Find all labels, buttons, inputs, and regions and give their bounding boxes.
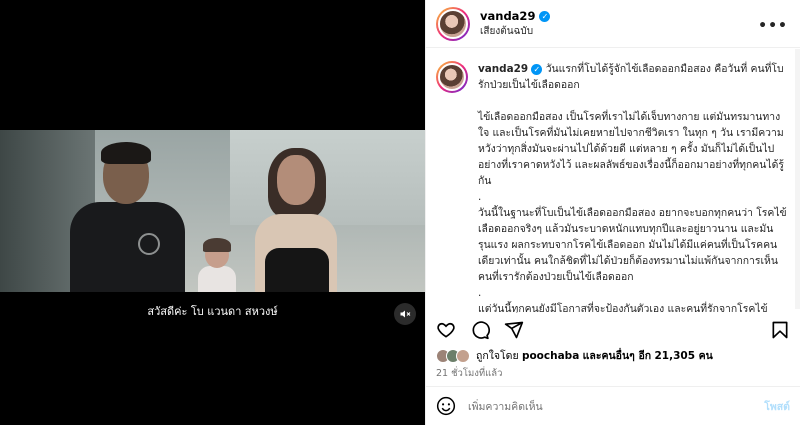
post-viewer: สวัสดีค่ะ โบ แวนดา สหวงษ์ vanda29 ✓ เสีย… xyxy=(0,0,800,425)
like-button[interactable] xyxy=(436,320,456,340)
header-names: vanda29 ✓ เสียงต้นฉบับ xyxy=(480,9,551,39)
post-header: vanda29 ✓ เสียงต้นฉบับ ••• xyxy=(426,0,800,48)
comment-icon xyxy=(472,321,490,340)
caption-avatar[interactable] xyxy=(436,61,468,93)
caption-username[interactable]: vanda29 xyxy=(478,63,528,75)
bookmark-icon xyxy=(772,321,788,339)
comment-input[interactable]: เพิ่มความคิดเห็น xyxy=(468,398,764,415)
caption-area: vanda29 ✓ วันแรกที่โบได้รู้จักไข้เลือดออ… xyxy=(426,49,800,313)
post-timestamp[interactable]: 21 ชั่วโมงที่แล้ว xyxy=(436,366,502,381)
smiley-icon[interactable] xyxy=(436,396,456,416)
caption-text: vanda29 ✓ วันแรกที่โบได้รู้จักไข้เลือดออ… xyxy=(478,61,790,313)
comment-button[interactable] xyxy=(470,320,490,340)
video-frame xyxy=(0,130,425,292)
avatar-image xyxy=(438,63,466,91)
share-icon xyxy=(504,321,524,339)
avatar-image xyxy=(438,8,468,39)
likes-mid[interactable]: และคนอื่นๆ อีก xyxy=(583,350,652,362)
shirt-logo xyxy=(138,233,160,255)
avatar[interactable] xyxy=(436,6,470,41)
heart-icon xyxy=(437,322,455,338)
background-window xyxy=(230,130,425,225)
video-subtitle: สวัสดีค่ะ โบ แวนดา สหวงษ์ xyxy=(147,305,278,318)
caption-paragraph: . xyxy=(478,191,482,203)
post-sidebar: vanda29 ✓ เสียงต้นฉบับ ••• vanda29 ✓ วัน… xyxy=(425,0,800,425)
caption-paragraph: วันนี้ในฐานะที่โบเป็นไข้เลือดออกมือสอง อ… xyxy=(478,207,787,283)
caption-paragraph: แต่วันนี้ทุกคนยังมีโอกาสที่จะป้องกันตัวเ… xyxy=(478,303,768,313)
verified-badge-icon: ✓ xyxy=(531,64,543,75)
verified-badge-icon: ✓ xyxy=(539,10,551,22)
liked-by-user[interactable]: poochaba xyxy=(522,350,579,362)
username-row: vanda29 ✓ xyxy=(480,9,551,24)
caption-paragraph: . xyxy=(478,287,482,299)
likes-prefix: ถูกใจโดย xyxy=(476,350,519,362)
person-child-hair xyxy=(203,238,231,252)
more-options-button[interactable]: ••• xyxy=(758,18,788,34)
caption-paragraph: ไข้เลือดออกมือสอง เป็นโรคที่เราไม่ได้เจ็… xyxy=(478,111,784,187)
scrollbar[interactable] xyxy=(795,49,800,309)
action-bar xyxy=(436,318,790,342)
speaker-muted-icon xyxy=(400,310,411,318)
video-player[interactable]: สวัสดีค่ะ โบ แวนดา สหวงษ์ xyxy=(0,0,425,425)
comment-composer: เพิ่มความคิดเห็น โพสต์ xyxy=(426,386,800,425)
caption-first-line: vanda29 ✓ วันแรกที่โบได้รู้จักไข้เลือดออ… xyxy=(478,61,790,93)
person-woman-dress xyxy=(265,248,329,292)
mute-button[interactable] xyxy=(394,303,416,325)
likes-text: ถูกใจโดย poochaba และคนอื่นๆ อีก 21,305 … xyxy=(476,347,713,364)
audio-link[interactable]: เสียงต้นฉบับ xyxy=(480,24,550,39)
save-button[interactable] xyxy=(770,320,790,340)
post-comment-button[interactable]: โพสต์ xyxy=(764,398,790,415)
likes-count[interactable]: 21,305 คน xyxy=(654,350,712,362)
person-man-hair xyxy=(101,142,151,164)
person-man xyxy=(70,202,185,292)
liker-avatar[interactable] xyxy=(456,348,470,363)
caption-row: vanda29 ✓ วันแรกที่โบได้รู้จักไข้เลือดออ… xyxy=(436,61,790,313)
person-woman-face xyxy=(277,155,315,205)
likes-row: ถูกใจโดย poochaba และคนอื่นๆ อีก 21,305 … xyxy=(436,347,713,364)
share-button[interactable] xyxy=(504,320,524,340)
username-link[interactable]: vanda29 xyxy=(480,9,535,24)
person-child xyxy=(198,266,236,292)
